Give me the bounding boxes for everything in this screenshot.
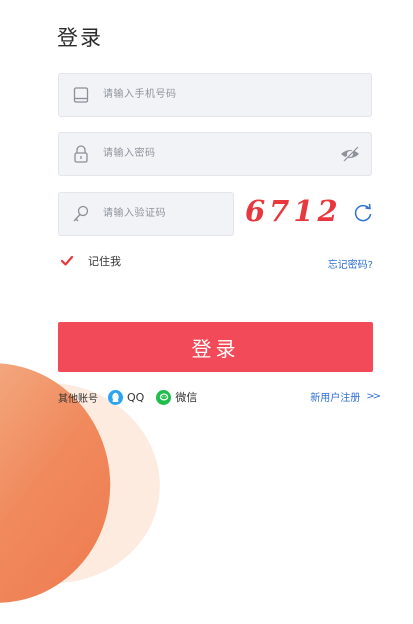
phone-placeholder: 请输入手机号码 [103,89,177,100]
verification-code-field[interactable]: 请输入验证码 [58,192,234,236]
wechat-label: 微信 [175,391,198,404]
remember-label: 记住我 [88,255,121,268]
double-chevron-right-icon: >> [366,391,381,402]
qq-login[interactable]: QQ [108,389,145,405]
remember-me[interactable]: 记住我 [60,254,121,268]
other-accounts-label: 其他账号 [58,393,98,405]
forgot-password-link[interactable]: 忘记密码? [328,256,373,271]
phone-field[interactable]: 请输入手机号码 [58,73,372,117]
password-field[interactable]: 请输入密码 [58,132,372,176]
register-label: 新用户注册 [310,393,361,404]
remember-checkbox[interactable] [60,254,74,268]
other-accounts: 其他账号 QQ 微信 [58,388,197,406]
code-placeholder: 请输入验证码 [103,208,166,219]
key-icon [71,204,91,224]
register-link[interactable]: 新用户注册 >> [310,389,381,404]
eye-hidden-icon[interactable] [339,145,361,163]
login-button[interactable]: 登录 [58,322,373,372]
captcha-image[interactable]: 6712 [245,194,342,228]
phone-icon [71,85,91,105]
qq-icon [108,389,123,405]
qq-label: QQ [127,390,145,404]
refresh-icon[interactable] [352,202,374,224]
password-placeholder: 请输入密码 [103,148,156,159]
wechat-icon [156,389,172,405]
lock-icon [71,144,91,164]
page-title: 登录 [57,26,103,50]
wechat-login[interactable]: 微信 [156,389,197,405]
